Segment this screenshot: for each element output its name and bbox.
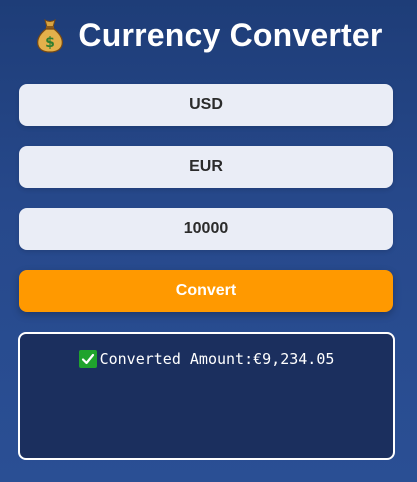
amount-field[interactable] bbox=[19, 208, 393, 250]
result-label: Converted Amount: bbox=[99, 350, 254, 368]
check-mark-icon bbox=[78, 350, 97, 368]
result-panel: Converted Amount: €9,234.05 bbox=[18, 332, 395, 460]
page-title: $ Currency Converter bbox=[0, 14, 417, 56]
result-value: €9,234.05 bbox=[253, 350, 335, 368]
to-currency-field[interactable] bbox=[19, 146, 393, 188]
app-title: Currency Converter bbox=[78, 17, 383, 53]
money-bag-icon: $ bbox=[34, 17, 66, 53]
svg-text:$: $ bbox=[46, 35, 56, 51]
result-line: Converted Amount: €9,234.05 bbox=[20, 350, 393, 368]
currency-converter-app: $ Currency Converter Convert Converted A… bbox=[0, 0, 417, 482]
convert-button[interactable]: Convert bbox=[19, 270, 393, 312]
from-currency-field[interactable] bbox=[19, 84, 393, 126]
